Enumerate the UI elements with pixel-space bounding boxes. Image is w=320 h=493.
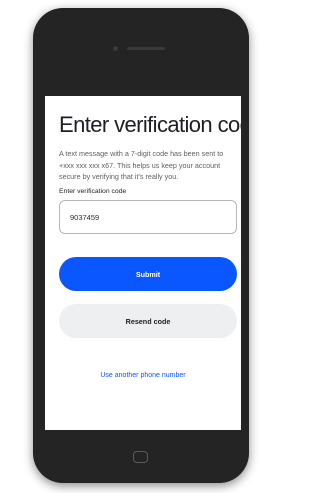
submit-button[interactable]: Submit [59,257,237,291]
page-title: Enter verification code [59,112,241,137]
use-another-phone-link[interactable]: Use another phone number [45,372,241,379]
front-camera-icon [113,46,118,51]
speaker-icon [127,47,165,50]
phone-screen: Enter verification code A text message w… [45,96,241,430]
verification-code-input[interactable] [59,200,237,234]
phone-top-bezel [33,8,249,96]
code-field-label: Enter verification code [59,188,127,195]
phone-frame: Enter verification code A text message w… [33,8,249,483]
resend-code-button[interactable]: Resend code [59,304,237,338]
verification-description: A text message with a 7-digit code has b… [59,149,224,181]
home-button-icon[interactable] [133,451,148,463]
